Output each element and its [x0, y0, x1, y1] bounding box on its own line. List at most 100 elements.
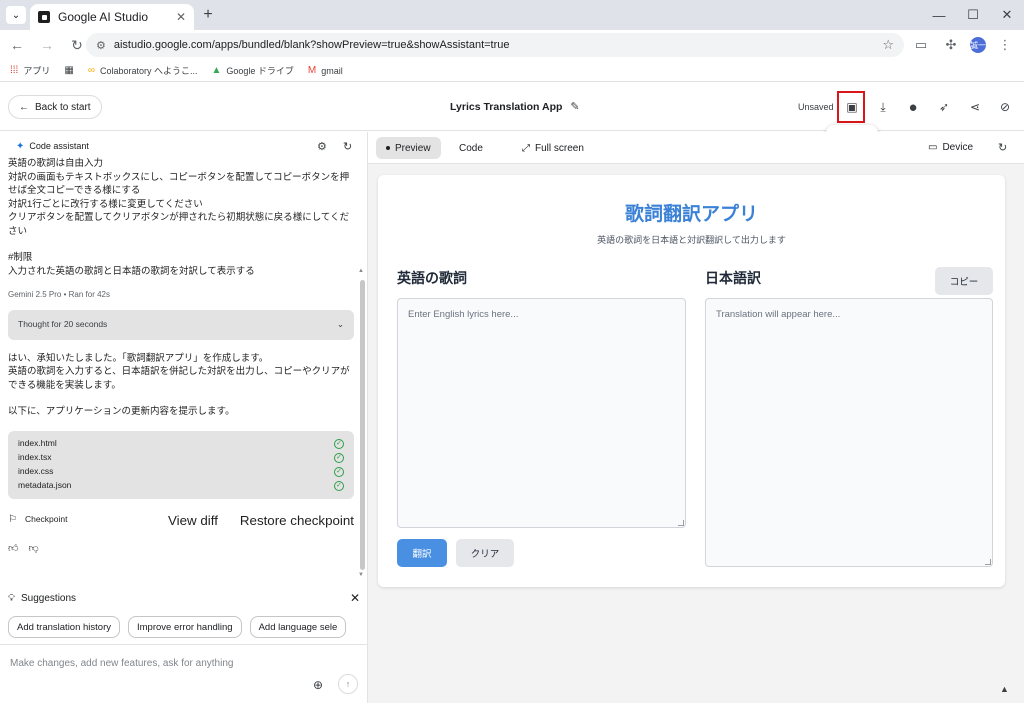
changed-files-list: index.html ✓ index.tsx ✓ index.css ✓ metada…	[8, 430, 354, 499]
translate-button[interactable]: 翻訳	[397, 539, 447, 567]
full-screen-button[interactable]: ⤢ Full screen	[512, 137, 594, 159]
resize-handle-icon[interactable]	[678, 520, 684, 526]
back-to-start-button[interactable]: ← Back to start	[8, 95, 102, 119]
new-tab-button[interactable]: +	[198, 5, 218, 25]
toolbar-actions: ▭ ✣ 誠一 ⋮	[910, 33, 1016, 57]
bookmark-colab[interactable]: ∞ Colaboratory へようこ...	[88, 64, 198, 77]
code-assistant-panel: ✦ Code assistant ⚙ ↻ 英語の歌詞は自由入力 対訳の画面もテキ…	[0, 132, 368, 703]
user-message-line: 対訳1行ごとに改行する様に変更してください	[8, 198, 203, 210]
restore-checkpoint-button[interactable]: Restore checkpoint	[240, 513, 354, 528]
window-controls: — ☐ ✕	[922, 0, 1024, 30]
thumbs-up-icon[interactable]: 👍︎	[8, 542, 18, 556]
tab-preview[interactable]: Preview	[376, 137, 441, 159]
thought-accordion[interactable]: Thought for 20 seconds ⌄	[8, 309, 354, 340]
prompt-input[interactable]	[10, 655, 330, 671]
japanese-translation-heading: 日本語訳	[705, 270, 761, 286]
colab-icon: ∞	[87, 65, 95, 76]
minimize-icon[interactable]: —	[922, 0, 956, 30]
share-icon[interactable]: ⋖	[965, 97, 985, 117]
assistant-reply: 英語の歌詞を入力すると、日本語訳を併記した対訳を出力し、コピーやクリアができる機…	[8, 366, 350, 391]
chevron-up-icon[interactable]: ▲	[1000, 684, 1009, 694]
tab-code[interactable]: Code	[449, 137, 493, 159]
cast-icon[interactable]: ▭	[910, 34, 932, 56]
feedback-row: 👍︎ 👎︎	[8, 542, 354, 556]
maximize-icon[interactable]: ☐	[956, 0, 990, 30]
tab-title: Google AI Studio	[58, 10, 149, 24]
suggestion-chip[interactable]: Add language sele	[249, 616, 347, 638]
save-status: Unsaved	[798, 102, 834, 112]
file-item[interactable]: metadata.json ✓	[18, 479, 344, 493]
suggestion-chip[interactable]: Improve error handling	[128, 616, 242, 638]
profile-avatar[interactable]: 誠一	[970, 37, 986, 53]
user-message-line: 入力された英語の歌詞と日本語の歌詞を対訳して表示する	[8, 265, 255, 277]
suggestion-chip[interactable]: Add translation history	[8, 616, 120, 638]
user-message-line: 対訳の画面もテキストボックスにし、コピーボタンを配置してコピーボタンを押せば全文…	[8, 171, 350, 197]
thumbs-down-icon[interactable]: 👎︎	[28, 542, 38, 556]
download-icon[interactable]: ⤓	[873, 97, 893, 117]
back-arrow-icon[interactable]: ←	[4, 32, 30, 58]
file-item[interactable]: index.tsx ✓	[18, 451, 344, 465]
refresh-icon[interactable]: ↻	[343, 140, 352, 153]
app-heading: 歌詞翻訳アプリ	[624, 204, 758, 225]
deploy-rocket-icon[interactable]: ➶	[934, 97, 954, 117]
arrow-up-icon: ↑	[345, 679, 351, 689]
suggestions-header: 💡︎ Suggestions ✕	[8, 591, 360, 605]
preview-toolbar: Preview Code ⤢ Full screen ▭ Device ↻	[368, 132, 1024, 164]
address-bar[interactable]: ⚙ aistudio.google.com/apps/bundled/blank…	[86, 33, 904, 57]
lightbulb-icon: 💡︎	[8, 592, 15, 604]
preview-panel: Preview Code ⤢ Full screen ▭ Device ↻ 歌詞…	[368, 132, 1024, 703]
apps-grid-icon: ⁞⁞⁞	[10, 65, 19, 76]
device-selector[interactable]: ▭ Device	[928, 142, 973, 153]
check-circle-icon: ✓	[334, 452, 344, 463]
english-lyrics-input[interactable]	[397, 298, 686, 528]
checkpoint-label: Checkpoint	[24, 514, 68, 525]
check-circle-icon: ✓	[334, 438, 344, 449]
close-icon[interactable]: ✕	[350, 591, 360, 605]
scroll-up-arrow[interactable]: ▲	[358, 268, 364, 274]
view-diff-button[interactable]: View diff	[168, 513, 218, 528]
resize-handle-icon[interactable]	[985, 559, 991, 565]
bookmark-apps[interactable]: ⁞⁞⁞ アプリ	[10, 64, 50, 77]
bookmark-drive[interactable]: ▲ Google ドライブ	[211, 64, 293, 77]
chat-scrollbar[interactable]	[360, 280, 365, 570]
site-info-icon[interactable]: ⚙	[96, 39, 106, 52]
sparkle-icon: ✦	[16, 140, 25, 152]
check-circle-icon: ✓	[334, 480, 344, 491]
ai-studio-favicon-icon	[38, 11, 50, 23]
suggestion-chips: Add translation history Improve error ha…	[8, 616, 364, 638]
file-item[interactable]: index.html ✓	[18, 437, 344, 451]
assistant-reply: 以下に、アプリケーションの更新内容を提示します。	[8, 406, 235, 417]
refresh-preview-icon[interactable]: ↻	[998, 141, 1007, 154]
gmail-icon: M	[307, 65, 317, 76]
url-text: aistudio.google.com/apps/bundled/blank?s…	[113, 39, 510, 51]
save-button-highlight	[837, 91, 865, 123]
pencil-edit-icon[interactable]: ✎	[570, 100, 579, 113]
english-lyrics-heading: 英語の歌詞	[397, 270, 467, 286]
bookmark-gmail[interactable]: Mgmail	[308, 65, 343, 76]
clear-button[interactable]: クリア	[456, 539, 514, 567]
app-header: ← Back to start Lyrics Translation App ✎…	[0, 83, 1024, 131]
scroll-down-arrow[interactable]: ▼	[358, 572, 364, 578]
menu-icon[interactable]: ⋮	[994, 34, 1016, 56]
app-title: Lyrics Translation App ✎	[450, 100, 580, 114]
send-button[interactable]: ↑	[338, 674, 358, 694]
translation-output[interactable]	[705, 298, 993, 567]
add-circle-icon[interactable]: ⊕	[313, 678, 323, 692]
copy-button[interactable]: コピー	[935, 267, 993, 295]
close-window-icon[interactable]: ✕	[990, 0, 1024, 30]
drive-icon: ▲	[211, 65, 222, 76]
bookmark-star-icon[interactable]: ☆	[882, 37, 894, 53]
user-message-line: 英語の歌詞は自由入力	[8, 158, 104, 169]
settings-gear-icon[interactable]: ⚙	[317, 140, 327, 153]
flag-icon: ⚐	[8, 514, 17, 526]
extensions-icon[interactable]: ✣	[940, 34, 962, 56]
github-icon[interactable]: ●	[903, 97, 923, 117]
bookmark-grid[interactable]: ▦	[64, 65, 73, 76]
forward-arrow-icon[interactable]: →	[34, 32, 60, 58]
browser-tab[interactable]: Google AI Studio ✕	[30, 4, 194, 30]
hide-assistant-icon[interactable]: ⊘	[995, 97, 1015, 117]
file-item[interactable]: index.css ✓	[18, 465, 344, 479]
active-dot-icon	[386, 146, 390, 150]
tab-search-button[interactable]: ⌄	[6, 6, 26, 24]
close-icon[interactable]: ✕	[176, 10, 186, 24]
